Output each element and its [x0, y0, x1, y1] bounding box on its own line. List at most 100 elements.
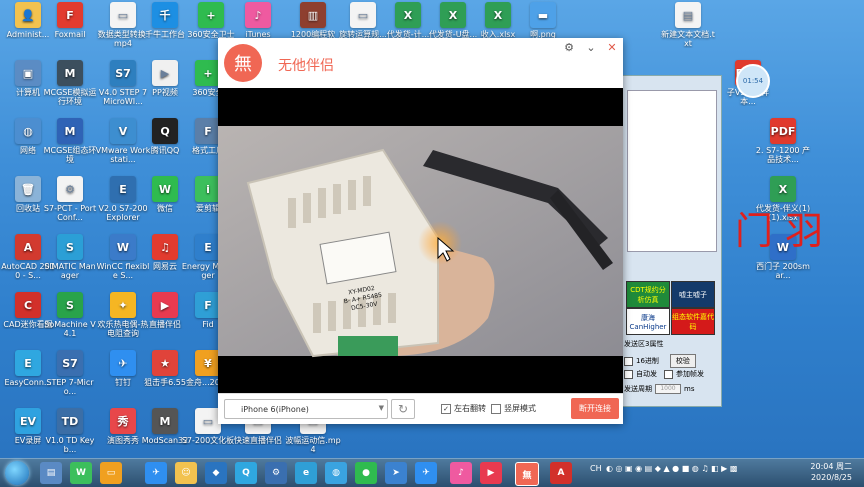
receive-area[interactable]: [627, 90, 717, 252]
taskbar-qq-icon[interactable]: Q: [235, 462, 257, 484]
serial-tool-window: CDT规约分析仿真 嘘主嘘子 康海 CanHigher 组态软件嘉代码 发送区3…: [620, 75, 722, 407]
desktop-icon[interactable]: S7 STEP 7-Micro...: [42, 350, 98, 396]
flip-toggle[interactable]: ✓ 左右翻转: [441, 403, 486, 414]
app-title: 无他伴侣: [278, 58, 334, 74]
desktop-icon-glyph: Q: [152, 118, 178, 144]
taskbar-green-icon[interactable]: ●: [355, 462, 377, 484]
desktop-icon[interactable]: M MCGSE模拟运行环境: [42, 60, 98, 106]
desktop-icon-label: 新建文本文档.txt: [661, 30, 715, 48]
append-checkbox[interactable]: [664, 369, 673, 379]
desktop-icon[interactable]: ▬ 啊.png: [515, 2, 571, 39]
desktop-icon-glyph: TD: [57, 408, 83, 434]
desktop-icon[interactable]: S SoMachine V4.1: [42, 292, 98, 338]
ad-canhigher[interactable]: 康海 CanHigher: [626, 308, 670, 335]
floating-avatar[interactable]: 01:54: [736, 64, 770, 98]
desktop-icon[interactable]: TD V1.0 TD Keyb...: [42, 408, 98, 454]
taskbar-dingtalk-icon[interactable]: ✈: [145, 462, 167, 484]
taskbar-app-icon[interactable]: ◆: [205, 462, 227, 484]
taskbar-live-icon[interactable]: ▶: [480, 462, 502, 484]
vertical-checkbox[interactable]: [491, 403, 501, 414]
desktop-icon-label: SoMachine V4.1: [44, 320, 96, 338]
desktop-icon-glyph: X: [395, 2, 421, 28]
desktop-icon-glyph: A: [15, 234, 41, 260]
ad-cdt[interactable]: CDT规约分析仿真: [626, 281, 670, 308]
device-select[interactable]: iPhone 6(iPhone) ▼: [224, 399, 388, 419]
desktop-icon-label: STEP 7-Micro...: [46, 378, 94, 396]
chevron-down-icon[interactable]: ⌄: [583, 40, 599, 56]
vertical-toggle[interactable]: 竖屏模式: [491, 403, 536, 414]
verify-button[interactable]: 校验: [669, 354, 696, 368]
auto-send-checkbox[interactable]: [624, 369, 633, 379]
flip-checkbox[interactable]: ✓: [441, 403, 451, 414]
desktop-icon-glyph: +: [198, 2, 224, 28]
refresh-button[interactable]: ↻: [391, 399, 415, 419]
period-input[interactable]: 1000: [655, 384, 681, 394]
ad-config-software[interactable]: 组态软件嘉代码: [671, 308, 715, 335]
auto-send-label: 自动发: [636, 370, 657, 378]
input-language[interactable]: CH: [590, 464, 602, 473]
desktop-icon-glyph: E: [110, 176, 136, 202]
taskbar-360-icon[interactable]: ◍: [325, 462, 347, 484]
desktop-icon-glyph: S7: [110, 60, 136, 86]
video-frame: [218, 88, 623, 393]
desktop-icon-glyph: ▣: [15, 60, 41, 86]
desktop-icon-glyph: W: [152, 176, 178, 202]
desktop-icon-label: S7-200文化板: [181, 436, 235, 445]
title-bar[interactable]: 無 无他伴侣 ⚙ ⌄ ✕: [218, 38, 623, 88]
desktop-icon-glyph: 👤: [15, 2, 41, 28]
hex-checkbox[interactable]: [624, 356, 633, 366]
disconnect-button[interactable]: 断开连接: [571, 398, 619, 419]
refresh-icon: ↻: [397, 402, 409, 416]
taskbar-wuta-icon[interactable]: 無: [515, 462, 539, 486]
tray-icons[interactable]: ◐ ◎ ▣ ◉ ▤ ◆ ▲ ● ■ ◍ ♫ ◧ ▶ ▩: [606, 464, 737, 473]
desktop-icon-glyph: ⚙: [57, 176, 83, 202]
taskbar-arrow-icon[interactable]: ➤: [385, 462, 407, 484]
close-icon[interactable]: ✕: [604, 40, 620, 56]
hex-label: 16进制: [636, 357, 659, 365]
desktop-icon-glyph: PDF: [770, 118, 796, 144]
desktop-icon[interactable]: ⚙ S7-PCT - Port Conf...: [42, 176, 98, 222]
flip-label: 左右翻转: [454, 404, 486, 413]
taskbar-clock[interactable]: 20:04 周二 2020/8/25: [810, 461, 852, 483]
desktop-icon-label: Foxmail: [54, 30, 86, 39]
desktop-icon-glyph: ▥: [300, 2, 326, 28]
desktop-icon-glyph: M: [57, 118, 83, 144]
desktop-icon-glyph: S: [57, 292, 83, 318]
desktop-icon-label: V1.0 TD Keyb...: [45, 436, 95, 454]
taskbar-tool-icon[interactable]: ⚙: [265, 462, 287, 484]
desktop-icon[interactable]: S SIMATIC Manager: [42, 234, 98, 280]
desktop-icon-label: MCGSE模拟运行环境: [43, 88, 97, 106]
desktop-icon-label: MCGSE组态环境: [43, 146, 97, 164]
taskbar-folder-icon[interactable]: ▭: [100, 462, 122, 484]
device-select-value: iPhone 6(iPhone): [241, 404, 309, 414]
desktop-icon[interactable]: M MCGSE组态环境: [42, 118, 98, 164]
desktop-icon-glyph: ★: [152, 350, 178, 376]
desktop-icon-glyph: C: [15, 292, 41, 318]
settings-icon[interactable]: ⚙: [561, 40, 577, 56]
taskbar: ▤ W ▭ ✈ ☺ ◆ Q ⚙ e ◍ ● ➤ ✈ ♪ ▶ 無 A CH ◐ ◎…: [0, 458, 864, 487]
append-label: 参加帧发: [676, 370, 704, 378]
desktop-icon-glyph: M: [57, 60, 83, 86]
taskbar-pdf-icon[interactable]: A: [550, 462, 572, 484]
desktop-icon-label: SIMATIC Manager: [44, 262, 96, 280]
desktop-icon-glyph: X: [485, 2, 511, 28]
start-button[interactable]: [5, 461, 29, 485]
desktop-icon-glyph: ♪: [245, 2, 271, 28]
wuta-companion-window: 無 无他伴侣 ⚙ ⌄ ✕ XY-MD02 B- A+ RS485 DC5-30V…: [218, 38, 623, 424]
desktop-icon[interactable]: F Foxmail: [42, 2, 98, 39]
taskbar-game-icon[interactable]: ☺: [175, 462, 197, 484]
desktop-icon[interactable]: ♪ iTunes: [230, 2, 286, 39]
desktop-icon-glyph: ▶: [152, 60, 178, 86]
ad-2[interactable]: 嘘主嘘子: [671, 281, 715, 308]
desktop-icon[interactable]: PDF 2. S7-1200 产品技术...: [755, 118, 811, 164]
red-handwritten-mark: 门 羽: [735, 209, 824, 253]
desktop-icon-glyph: S7: [57, 350, 83, 376]
taskbar-wechat-icon[interactable]: W: [70, 462, 92, 484]
desktop-icon-glyph: ♫: [152, 234, 178, 260]
desktop-icon-label: 快速直播伴侣: [234, 436, 282, 445]
taskbar-dingtalk2-icon[interactable]: ✈: [415, 462, 437, 484]
taskbar-browser-icon[interactable]: e: [295, 462, 317, 484]
taskbar-explorer-icon[interactable]: ▤: [40, 462, 62, 484]
desktop-icon[interactable]: ▤ 新建文本文档.txt: [660, 2, 716, 48]
taskbar-itunes-icon[interactable]: ♪: [450, 462, 472, 484]
